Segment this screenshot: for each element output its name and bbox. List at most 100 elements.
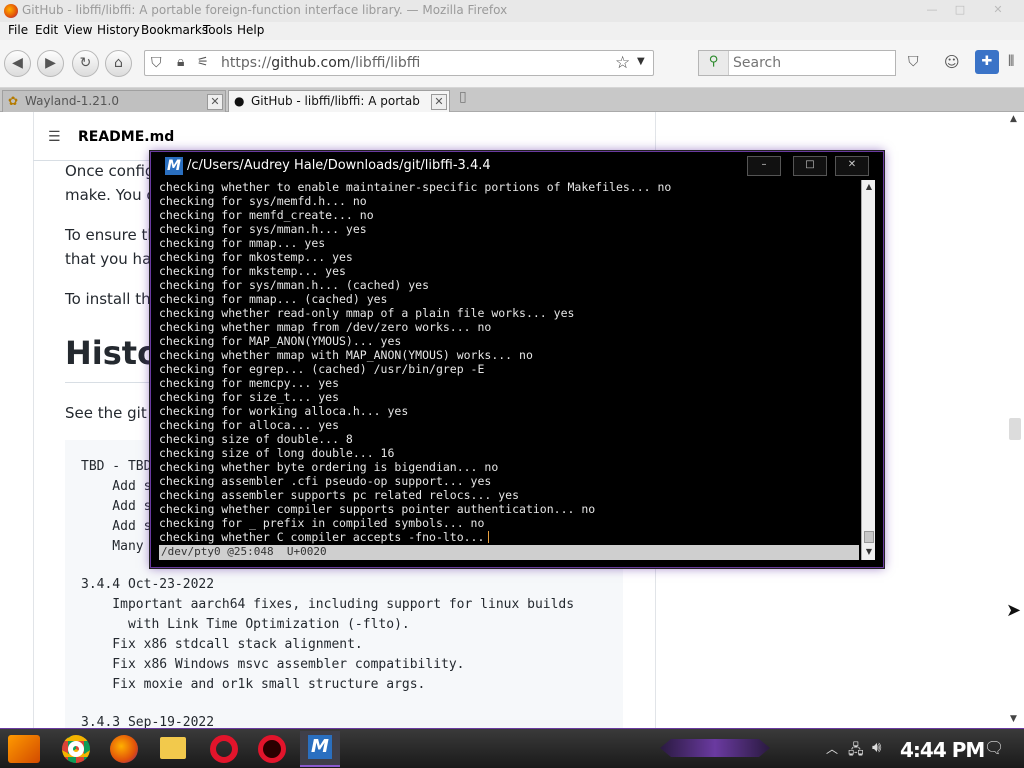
- mintty-taskbar-button[interactable]: M: [300, 731, 340, 767]
- minimize-button[interactable]: —: [918, 0, 946, 22]
- github-favicon-icon: ●: [234, 94, 245, 108]
- file-explorer-icon[interactable]: [160, 737, 186, 759]
- readme-header: ☰ README.md: [48, 129, 174, 145]
- wayland-favicon-icon: ✿: [8, 94, 19, 108]
- readme-filename: README.md: [78, 129, 175, 145]
- terminal-line: checking for mkstemp... yes: [159, 264, 346, 278]
- back-button[interactable]: ◀: [4, 50, 31, 77]
- terminal-line: checking for sys/mman.h... yes: [159, 222, 367, 236]
- terminal-status-text: /dev/pty0 @25:048 U+0020: [161, 545, 327, 558]
- new-tab-icon[interactable]: ▯: [459, 89, 467, 105]
- close-tab-icon[interactable]: ✕: [207, 94, 223, 110]
- forward-button[interactable]: ▶: [37, 50, 64, 77]
- content-border-left: [33, 112, 34, 728]
- forward-arrow-icon: ▶: [45, 55, 56, 71]
- terminal-line: checking whether C compiler accepts -fno…: [159, 530, 485, 544]
- terminal-scrollbar[interactable]: ▲ ▼: [861, 180, 875, 560]
- start-menu-icon[interactable]: [8, 735, 40, 763]
- terminal-window[interactable]: M /c/Users/Audrey Hale/Downloads/git/lib…: [150, 151, 884, 568]
- tab-wayland[interactable]: ✿ Wayland-1.21.0 ✕: [2, 90, 226, 112]
- home-button[interactable]: ⌂: [105, 50, 132, 77]
- window-title: GitHub - libffi/libffi: A portable forei…: [22, 3, 508, 17]
- opera-gx-icon[interactable]: [258, 735, 286, 763]
- network-icon[interactable]: 🖧︎: [848, 739, 864, 763]
- menu-view[interactable]: View: [64, 23, 92, 37]
- code-line: Important aarch64 fixes, including suppo…: [81, 597, 575, 612]
- terminal-line: checking whether byte ordering is bigend…: [159, 460, 499, 474]
- terminal-line: checking for _ prefix in compiled symbol…: [159, 516, 485, 530]
- extensions-icon[interactable]: ✚: [975, 50, 999, 74]
- taskbar-decoration: [660, 739, 770, 757]
- search-input[interactable]: [733, 54, 888, 72]
- account-icon[interactable]: ☺: [944, 53, 960, 71]
- scroll-down-icon[interactable]: ▼: [1010, 714, 1017, 724]
- terminal-line: checking size of long double... 16: [159, 446, 395, 460]
- taskbar: M ︿ 🖧︎ 🔊︎ 4:44 PM 🗨︎: [0, 728, 1024, 768]
- search-engine-icon[interactable]: ⚲: [699, 51, 729, 75]
- tab-label: GitHub - libffi/libffi: A portab: [251, 94, 420, 108]
- shield-icon[interactable]: ⛉: [151, 55, 162, 71]
- scroll-up-icon[interactable]: ▲: [864, 182, 874, 191]
- navigation-toolbar: ◀ ▶ ↻ ⌂ ⛉ 🔒︎ ⚟ https://github.com/libffi…: [0, 40, 1024, 88]
- search-bar[interactable]: ⚲: [698, 50, 896, 76]
- reload-button[interactable]: ↻: [72, 50, 99, 77]
- scroll-up-icon[interactable]: ▲: [1010, 114, 1017, 124]
- notifications-icon[interactable]: 🗨︎: [984, 738, 1004, 757]
- scroll-down-icon[interactable]: ▼: [864, 547, 874, 556]
- terminal-line: checking for sys/mman.h... (cached) yes: [159, 278, 430, 292]
- home-icon: ⌂: [114, 55, 123, 71]
- url-path: /libffi/libffi: [350, 55, 421, 71]
- code-line: Many: [81, 539, 144, 554]
- firefox-icon[interactable]: [110, 735, 138, 763]
- menu-bookmarks[interactable]: Bookmarks: [141, 23, 208, 37]
- terminal-line: checking for memcpy... yes: [159, 376, 340, 390]
- bookmark-star-icon[interactable]: ☆: [615, 53, 630, 73]
- menu-history[interactable]: History: [97, 23, 140, 37]
- mintty-icon: M: [165, 157, 183, 175]
- terminal-close-button[interactable]: ✕: [835, 156, 869, 176]
- terminal-line: checking size of double... 8: [159, 432, 353, 446]
- terminal-line: checking for memfd_create... no: [159, 208, 374, 222]
- terminal-line: checking whether to enable maintainer-sp…: [159, 180, 672, 194]
- reload-icon: ↻: [79, 55, 92, 71]
- terminal-titlebar[interactable]: M /c/Users/Audrey Hale/Downloads/git/lib…: [151, 152, 883, 180]
- page-scrollbar[interactable]: ▲ ▼: [1006, 112, 1024, 728]
- taskbar-clock[interactable]: 4:44 PM: [900, 738, 985, 762]
- terminal-title: /c/Users/Audrey Hale/Downloads/git/libff…: [187, 158, 491, 173]
- code-line: Fix moxie and or1k small structure args.: [81, 677, 426, 692]
- terminal-line: checking for sys/memfd.h... no: [159, 194, 367, 208]
- maximize-button[interactable]: □: [946, 0, 974, 22]
- outline-list-icon[interactable]: ☰: [48, 129, 64, 145]
- pocket-icon[interactable]: ⛉: [908, 54, 919, 70]
- chevron-down-icon[interactable]: ▼: [637, 56, 645, 67]
- scrollbar-thumb[interactable]: [1009, 418, 1021, 440]
- code-line: 3.4.3 Sep-19-2022: [81, 715, 215, 728]
- url-bar[interactable]: ⛉ 🔒︎ ⚟ https://github.com/libffi/libffi …: [144, 50, 654, 76]
- lock-icon[interactable]: 🔒︎: [177, 54, 184, 70]
- scrollbar-thumb[interactable]: [864, 531, 874, 543]
- mouse-cursor-icon: ➤: [1006, 600, 1022, 621]
- code-line: with Link Time Optimization (-flto).: [81, 617, 410, 632]
- url-text[interactable]: https://github.com/libffi/libffi: [221, 55, 420, 71]
- terminal-line: checking assembler .cfi pseudo-op suppor…: [159, 474, 492, 488]
- menu-file[interactable]: File: [8, 23, 28, 37]
- library-icon[interactable]: ⫴: [1008, 52, 1014, 70]
- close-tab-icon[interactable]: ✕: [431, 94, 447, 110]
- terminal-output[interactable]: checking whether to enable maintainer-sp…: [159, 180, 859, 546]
- tab-strip: ✿ Wayland-1.21.0 ✕ ● GitHub - libffi/lib…: [0, 88, 1024, 112]
- volume-icon[interactable]: 🔊︎: [872, 738, 881, 756]
- menu-help[interactable]: Help: [237, 23, 264, 37]
- code-line: Add s: [81, 519, 152, 534]
- menu-edit[interactable]: Edit: [35, 23, 58, 37]
- permissions-icon[interactable]: ⚟: [197, 55, 209, 70]
- opera-icon[interactable]: [210, 735, 238, 763]
- close-window-button[interactable]: ✕: [984, 0, 1012, 22]
- url-host: github.com: [271, 55, 351, 71]
- terminal-maximize-button[interactable]: □: [793, 156, 827, 176]
- terminal-minimize-button[interactable]: –: [747, 156, 781, 176]
- chrome-icon[interactable]: [62, 735, 90, 763]
- tab-github[interactable]: ● GitHub - libffi/libffi: A portab ✕: [228, 90, 450, 112]
- menu-tools[interactable]: Tools: [203, 23, 233, 37]
- show-hidden-icons-icon[interactable]: ︿: [826, 740, 838, 757]
- code-line: Fix x86 stdcall stack alignment.: [81, 637, 363, 652]
